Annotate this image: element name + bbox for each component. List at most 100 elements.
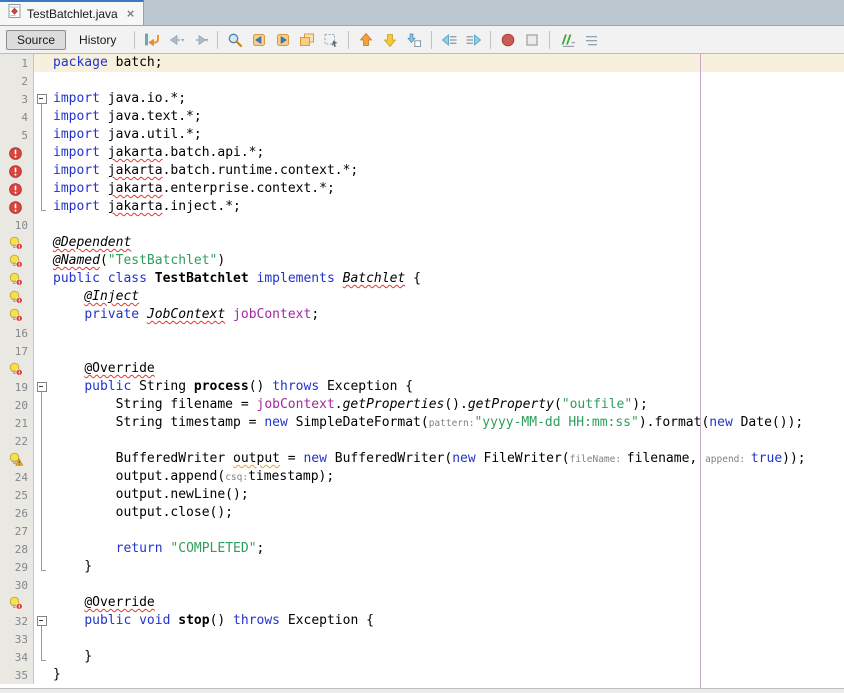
line-number[interactable]: 25 bbox=[0, 486, 34, 504]
back-button[interactable] bbox=[165, 29, 187, 51]
line-number[interactable]: 34 bbox=[0, 648, 34, 666]
code-text[interactable]: String filename = jobContext.getProperti… bbox=[53, 396, 844, 414]
code-text[interactable]: import java.io.*; bbox=[53, 90, 844, 108]
shift-left-button[interactable] bbox=[438, 29, 460, 51]
line-number[interactable]: 2 bbox=[0, 72, 34, 90]
uncomment-button[interactable] bbox=[580, 29, 602, 51]
line-number[interactable]: 22 bbox=[0, 432, 34, 450]
line-number[interactable]: 33 bbox=[0, 630, 34, 648]
stop-macro-button[interactable] bbox=[521, 29, 543, 51]
code-text[interactable]: public String process() throws Exception… bbox=[53, 378, 844, 396]
fold-collapse-box[interactable] bbox=[37, 382, 47, 392]
code-text[interactable]: } bbox=[53, 648, 844, 666]
line-number[interactable]: 21 bbox=[0, 414, 34, 432]
shift-right-button[interactable] bbox=[462, 29, 484, 51]
code-text[interactable] bbox=[53, 522, 844, 540]
error-icon[interactable] bbox=[0, 198, 34, 216]
tab-testbatchlet[interactable]: TestBatchlet.java × bbox=[0, 0, 144, 25]
line-number[interactable]: 27 bbox=[0, 522, 34, 540]
line-number[interactable]: 19 bbox=[0, 378, 34, 396]
lightbulb-error-icon[interactable] bbox=[0, 594, 34, 612]
code-text[interactable]: String timestamp = new SimpleDateFormat(… bbox=[53, 414, 844, 432]
code-text[interactable]: import jakarta.batch.runtime.context.*; bbox=[53, 162, 844, 180]
line-number[interactable]: 29 bbox=[0, 558, 34, 576]
code-text[interactable]: import jakarta.batch.api.*; bbox=[53, 144, 844, 162]
line-number[interactable]: 24 bbox=[0, 468, 34, 486]
code-text[interactable]: return "COMPLETED"; bbox=[53, 540, 844, 558]
code-text[interactable] bbox=[53, 72, 844, 90]
lightbulb-error-icon[interactable] bbox=[0, 306, 34, 324]
line-number[interactable]: 35 bbox=[0, 666, 34, 684]
history-view-button[interactable]: History bbox=[68, 30, 127, 50]
lightbulb-error-icon[interactable] bbox=[0, 288, 34, 306]
last-edit-location-button[interactable] bbox=[141, 29, 163, 51]
rectangular-selection-button[interactable] bbox=[320, 29, 342, 51]
code-line: 27 bbox=[0, 522, 844, 540]
code-text[interactable]: import java.util.*; bbox=[53, 126, 844, 144]
line-number[interactable]: 16 bbox=[0, 324, 34, 342]
fold-collapse-box[interactable] bbox=[37, 616, 47, 626]
lightbulb-warning-icon[interactable] bbox=[0, 450, 34, 468]
move-up-button[interactable] bbox=[355, 29, 377, 51]
horizontal-scrollbar[interactable] bbox=[0, 688, 844, 693]
lightbulb-error-icon[interactable] bbox=[0, 360, 34, 378]
code-text[interactable]: } bbox=[53, 666, 844, 684]
toggle-highlight-button[interactable] bbox=[296, 29, 318, 51]
fold-margin[interactable] bbox=[34, 90, 53, 108]
code-text[interactable]: } bbox=[53, 558, 844, 576]
code-text[interactable]: private JobContext jobContext; bbox=[53, 306, 844, 324]
find-selection-button[interactable] bbox=[224, 29, 246, 51]
code-text[interactable]: output.close(); bbox=[53, 504, 844, 522]
line-number[interactable]: 10 bbox=[0, 216, 34, 234]
line-number[interactable]: 17 bbox=[0, 342, 34, 360]
error-icon[interactable] bbox=[0, 144, 34, 162]
next-occurrence-button[interactable] bbox=[272, 29, 294, 51]
fold-collapse-box[interactable] bbox=[37, 94, 47, 104]
lightbulb-error-icon[interactable] bbox=[0, 252, 34, 270]
fold-margin[interactable] bbox=[34, 378, 53, 396]
code-text[interactable]: BufferedWriter output = new BufferedWrit… bbox=[53, 450, 844, 468]
forward-button[interactable] bbox=[189, 29, 211, 51]
line-number[interactable]: 26 bbox=[0, 504, 34, 522]
error-icon[interactable] bbox=[0, 162, 34, 180]
duplicate-selection-button[interactable] bbox=[403, 29, 425, 51]
code-text[interactable]: public class TestBatchlet implements Bat… bbox=[53, 270, 844, 288]
code-text[interactable]: output.newLine(); bbox=[53, 486, 844, 504]
source-view-button[interactable]: Source bbox=[6, 30, 66, 50]
code-editor[interactable]: 1 package batch; 23 import java.io.*; 4 impor… bbox=[0, 54, 844, 688]
code-text[interactable]: package batch; bbox=[53, 54, 844, 72]
code-text[interactable]: @Override bbox=[53, 594, 844, 612]
code-text[interactable]: @Override bbox=[53, 360, 844, 378]
code-text[interactable] bbox=[53, 432, 844, 450]
fold-margin[interactable] bbox=[34, 612, 53, 630]
line-number[interactable]: 1 bbox=[0, 54, 34, 72]
tab-close-icon[interactable]: × bbox=[127, 7, 135, 20]
move-down-button[interactable] bbox=[379, 29, 401, 51]
code-text[interactable] bbox=[53, 324, 844, 342]
code-text[interactable] bbox=[53, 630, 844, 648]
code-text[interactable]: @Dependent bbox=[53, 234, 844, 252]
line-number[interactable]: 5 bbox=[0, 126, 34, 144]
code-text[interactable]: import jakarta.enterprise.context.*; bbox=[53, 180, 844, 198]
code-text[interactable]: import jakarta.inject.*; bbox=[53, 198, 844, 216]
code-text[interactable] bbox=[53, 342, 844, 360]
code-text[interactable]: import java.text.*; bbox=[53, 108, 844, 126]
code-text[interactable]: @Inject bbox=[53, 288, 844, 306]
line-number[interactable]: 32 bbox=[0, 612, 34, 630]
line-number[interactable]: 28 bbox=[0, 540, 34, 558]
line-number[interactable]: 4 bbox=[0, 108, 34, 126]
code-text[interactable]: output.append(csq:timestamp); bbox=[53, 468, 844, 486]
code-text[interactable] bbox=[53, 576, 844, 594]
lightbulb-error-icon[interactable] bbox=[0, 270, 34, 288]
code-text[interactable] bbox=[53, 216, 844, 234]
line-number[interactable]: 3 bbox=[0, 90, 34, 108]
previous-occurrence-button[interactable] bbox=[248, 29, 270, 51]
lightbulb-error-icon[interactable] bbox=[0, 234, 34, 252]
line-number[interactable]: 20 bbox=[0, 396, 34, 414]
record-macro-button[interactable] bbox=[497, 29, 519, 51]
code-text[interactable]: @Named("TestBatchlet") bbox=[53, 252, 844, 270]
code-text[interactable]: public void stop() throws Exception { bbox=[53, 612, 844, 630]
error-icon[interactable] bbox=[0, 180, 34, 198]
line-number[interactable]: 30 bbox=[0, 576, 34, 594]
comment-button[interactable] bbox=[556, 29, 578, 51]
